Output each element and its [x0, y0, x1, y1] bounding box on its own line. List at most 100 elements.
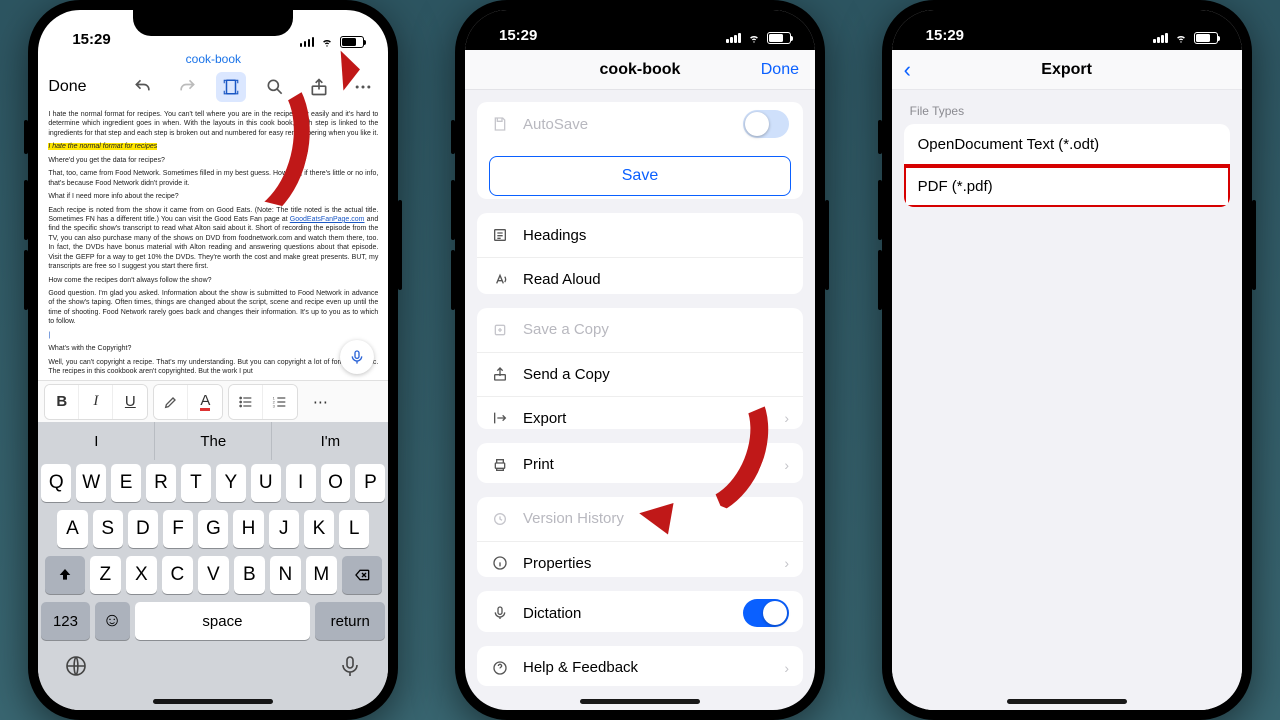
signal-icon	[300, 37, 315, 47]
share-icon[interactable]	[304, 72, 334, 102]
key-e[interactable]: E	[111, 464, 141, 502]
redo-icon[interactable]	[172, 72, 202, 102]
key-m[interactable]: M	[306, 556, 337, 594]
globe-icon[interactable]	[64, 654, 88, 690]
cursor-line: |	[48, 331, 378, 340]
key-v[interactable]: V	[198, 556, 229, 594]
autosave-icon	[491, 116, 509, 132]
autosave-toggle[interactable]	[743, 110, 789, 138]
key-y[interactable]: Y	[216, 464, 246, 502]
wifi-icon	[1173, 32, 1189, 44]
key-j[interactable]: J	[269, 510, 299, 548]
key-x[interactable]: X	[126, 556, 157, 594]
key-d[interactable]: D	[128, 510, 158, 548]
key-numbers[interactable]: 123	[41, 602, 89, 640]
keyboard[interactable]: I The I'm QWERTYUIOP ASDFGHJKL ZXCVBNM 1…	[38, 422, 388, 710]
info-icon	[491, 555, 509, 571]
kb-suggestion[interactable]: The	[155, 422, 272, 460]
para: Each recipe is noted from the show it ca…	[48, 206, 378, 272]
status-time: 15:29	[926, 27, 964, 44]
key-s[interactable]: S	[93, 510, 123, 548]
key-q[interactable]: Q	[41, 464, 71, 502]
kb-suggestion[interactable]: I'm	[272, 422, 388, 460]
font-color-button[interactable]: A	[188, 385, 222, 419]
key-p[interactable]: P	[355, 464, 385, 502]
read-aloud-row[interactable]: Read Aloud	[477, 257, 803, 294]
key-return[interactable]: return	[315, 602, 385, 640]
key-f[interactable]: F	[163, 510, 193, 548]
key-k[interactable]: K	[304, 510, 334, 548]
history-icon	[491, 511, 509, 527]
hyperlink[interactable]: GoodEatsFanPage.com	[290, 216, 365, 223]
underline-button[interactable]: U	[113, 385, 147, 419]
mic-icon	[491, 605, 509, 621]
key-g[interactable]: G	[198, 510, 228, 548]
save-copy-icon	[491, 322, 509, 338]
para: Well, you can't copyright a recipe. That…	[48, 358, 378, 377]
format-more-button[interactable]: ⋯	[303, 385, 337, 419]
key-shift[interactable]	[45, 556, 85, 594]
para: That, too, came from Food Network. Somet…	[48, 169, 378, 188]
key-a[interactable]: A	[57, 510, 87, 548]
highlight-button[interactable]	[154, 385, 188, 419]
para: Good question. I'm glad you asked. Infor…	[48, 289, 378, 327]
export-icon	[491, 410, 509, 426]
para: Where'd you get the data for recipes?	[48, 156, 378, 165]
chevron-right-icon: ›	[784, 457, 789, 473]
key-i[interactable]: I	[286, 464, 316, 502]
mic-icon[interactable]	[338, 654, 362, 690]
svg-text:3: 3	[273, 403, 276, 408]
export-row[interactable]: Export ›	[477, 396, 803, 429]
key-t[interactable]: T	[181, 464, 211, 502]
send-copy-icon	[491, 366, 509, 382]
para: What's with the Copyright?	[48, 344, 378, 353]
file-type-pdf[interactable]: PDF (*.pdf)	[904, 166, 1230, 207]
headings-icon	[491, 227, 509, 243]
dictation-toggle[interactable]	[743, 599, 789, 627]
format-bar: B I U A 123 ⋯	[38, 380, 388, 422]
battery-icon	[340, 36, 364, 48]
key-backspace[interactable]	[342, 556, 382, 594]
key-b[interactable]: B	[234, 556, 265, 594]
version-history-row: Version History	[477, 497, 803, 541]
para: What if I need more info about the recip…	[48, 192, 378, 201]
save-button[interactable]: Save	[489, 156, 791, 196]
chevron-right-icon: ›	[784, 555, 789, 571]
dictation-row[interactable]: Dictation	[477, 591, 803, 631]
chevron-right-icon: ›	[784, 660, 789, 676]
highlighted-text: I hate the normal format for recipes	[48, 143, 157, 150]
key-l[interactable]: L	[339, 510, 369, 548]
print-row[interactable]: Print ›	[477, 443, 803, 483]
key-n[interactable]: N	[270, 556, 301, 594]
send-copy-row[interactable]: Send a Copy	[477, 352, 803, 396]
key-z[interactable]: Z	[90, 556, 121, 594]
key-h[interactable]: H	[233, 510, 263, 548]
properties-row[interactable]: Properties ›	[477, 541, 803, 578]
key-o[interactable]: O	[321, 464, 351, 502]
key-emoji[interactable]: ☺	[95, 602, 130, 640]
key-c[interactable]: C	[162, 556, 193, 594]
doc-title: cook-book	[38, 50, 388, 68]
key-u[interactable]: U	[251, 464, 281, 502]
key-space[interactable]: space	[135, 602, 310, 640]
undo-icon[interactable]	[128, 72, 158, 102]
key-w[interactable]: W	[76, 464, 106, 502]
kb-suggestion[interactable]: I	[38, 422, 155, 460]
back-button[interactable]: ‹	[904, 59, 911, 81]
numbered-list-button[interactable]: 123	[263, 385, 297, 419]
section-header: File Types	[910, 104, 1224, 118]
bullet-list-button[interactable]	[229, 385, 263, 419]
headings-row[interactable]: Headings	[477, 213, 803, 257]
signal-icon	[1153, 33, 1168, 43]
bold-button[interactable]: B	[45, 385, 79, 419]
done-button[interactable]: Done	[48, 78, 86, 96]
read-aloud-icon	[491, 272, 509, 288]
page-fit-icon[interactable]	[216, 72, 246, 102]
done-button[interactable]: Done	[761, 61, 799, 79]
italic-button[interactable]: I	[79, 385, 113, 419]
document-body[interactable]: I hate the normal format for recipes. Yo…	[38, 106, 388, 380]
chevron-right-icon: ›	[784, 410, 789, 426]
help-row[interactable]: Help & Feedback ›	[477, 646, 803, 686]
file-type-odt[interactable]: OpenDocument Text (*.odt)	[904, 124, 1230, 166]
key-r[interactable]: R	[146, 464, 176, 502]
